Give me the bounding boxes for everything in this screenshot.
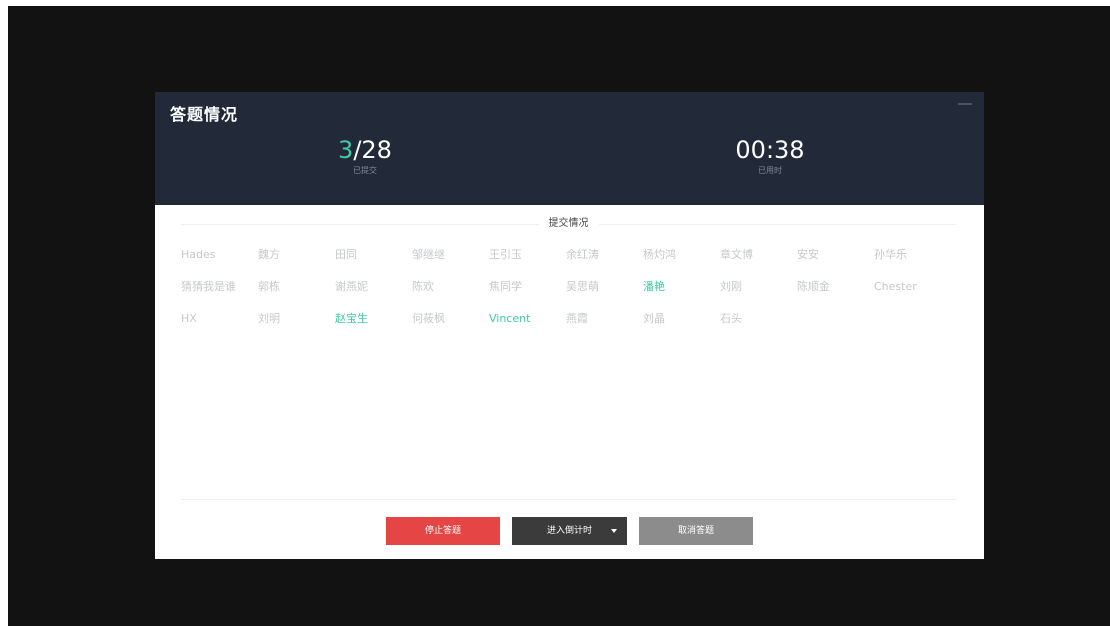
answer-status-dialog: 答题情况 3/28 已提交 00:38 已用时 提交情况 Hades 魏方 田同 邹继… <box>155 92 984 559</box>
student-name-submitted: 潘艳 <box>643 280 665 293</box>
submitted-stat: 3/28 已提交 <box>315 135 415 176</box>
footer-divider <box>181 499 956 500</box>
student-name-pending: 王引玉 <box>489 248 522 261</box>
student-name-pending: 魏方 <box>258 248 280 261</box>
student-name-pending: 田同 <box>335 248 357 261</box>
submitted-value: 3/28 <box>315 135 415 165</box>
student-name-pending: Hades <box>181 248 216 261</box>
student-name-pending: 安安 <box>797 248 819 261</box>
student-name-pending: 孙华乐 <box>874 248 907 261</box>
student-name-submitted: 赵宝生 <box>335 312 368 325</box>
student-name-pending: 何莜枫 <box>412 312 445 325</box>
student-name-pending: 陈欢 <box>412 280 434 293</box>
student-name-pending: 石头 <box>720 312 742 325</box>
student-name-pending: 杨灼鸿 <box>643 248 676 261</box>
student-name-pending: 陈顺金 <box>797 280 830 293</box>
student-name-pending: 余红涛 <box>566 248 599 261</box>
student-name-pending: 刘晶 <box>643 312 665 325</box>
submitted-count: 3 <box>338 136 354 164</box>
enter-countdown-button[interactable]: 进入倒计时 <box>512 517 627 545</box>
submissions-title: 提交情况 <box>538 216 599 232</box>
student-name-pending: Chester <box>874 280 917 293</box>
submitted-label: 已提交 <box>353 166 377 175</box>
student-name-pending: 刘刚 <box>720 280 742 293</box>
minimize-icon[interactable] <box>958 103 972 105</box>
student-row: 猜猜我是谁 郭栋 谢燕妮 陈欢 焦同学 吴思萌 潘艳 刘刚 陈顺金 Chester <box>181 279 961 311</box>
student-name-pending: 谢燕妮 <box>335 280 368 293</box>
elapsed-stat: 00:38 已用时 <box>715 135 825 176</box>
student-name-submitted: Vincent <box>489 312 531 325</box>
student-name-pending: 章文博 <box>720 248 753 261</box>
cancel-answering-button[interactable]: 取消答题 <box>639 517 753 545</box>
stop-answering-button[interactable]: 停止答题 <box>386 517 500 545</box>
elapsed-label: 已用时 <box>758 166 782 175</box>
student-name-pending: 猜猜我是谁 <box>181 280 236 293</box>
student-name-pending: 刘明 <box>258 312 280 325</box>
dialog-title: 答题情况 <box>170 105 239 124</box>
student-name-pending: 焦同学 <box>489 280 522 293</box>
student-name-pending: 燕霞 <box>566 312 588 325</box>
elapsed-value: 00:38 <box>735 136 805 164</box>
dialog-header: 答题情况 3/28 已提交 00:38 已用时 <box>155 92 984 205</box>
caret-down-icon[interactable] <box>611 529 617 533</box>
student-row: HX 刘明 赵宝生 何莜枫 Vincent 燕霞 刘晶 石头 <box>181 311 961 343</box>
student-name-grid: Hades 魏方 田同 邹继继 王引玉 余红涛 杨灼鸿 章文博 安安 孙华乐猜猜我是谁 郭栋 谢燕妮 陈… <box>181 247 961 343</box>
submitted-total: /28 <box>353 136 392 164</box>
student-name-pending: HX <box>181 312 197 325</box>
enter-countdown-label: 进入倒计时 <box>546 526 592 536</box>
app-screen: 答题情况 3/28 已提交 00:38 已用时 提交情况 Hades 魏方 田同 邹继… <box>8 6 1110 626</box>
student-name-pending: 郭栋 <box>258 280 280 293</box>
submissions-section-header: 提交情况 <box>181 216 956 232</box>
student-name-pending: 邹继继 <box>412 248 445 261</box>
student-name-pending: 吴思萌 <box>566 280 599 293</box>
student-row: Hades 魏方 田同 邹继继 王引玉 余红涛 杨灼鸿 章文博 安安 孙华乐 <box>181 247 961 279</box>
